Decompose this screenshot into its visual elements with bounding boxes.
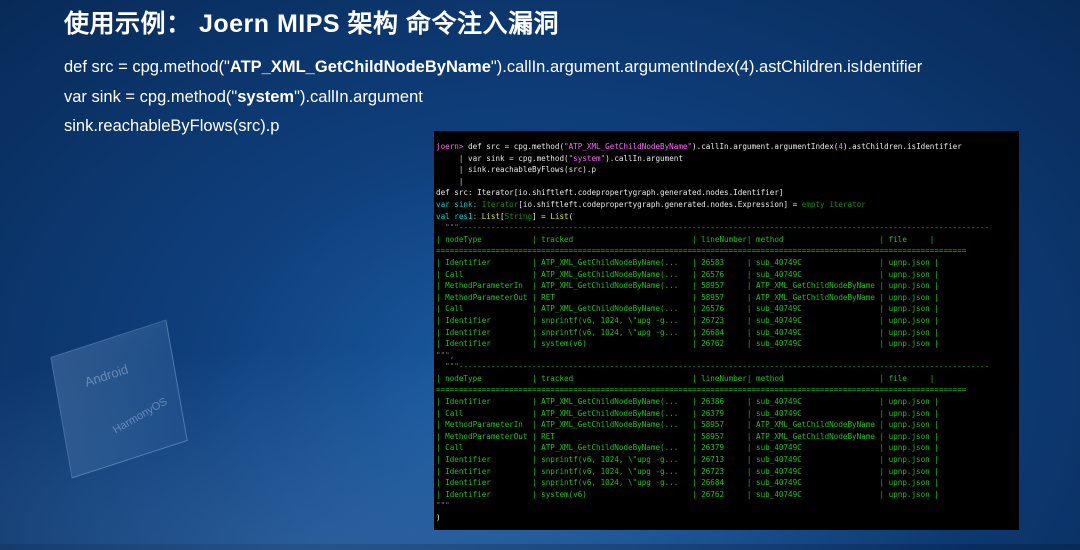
slide-title: 使用示例： Joern MIPS 架构 命令注入漏洞 xyxy=(64,10,559,38)
terminal-text: ] = xyxy=(532,211,551,221)
terminal-text: var sink: xyxy=(436,199,482,209)
terminal-text: """ xyxy=(436,223,459,233)
table-row: | Identifier | snprintf(v6, 1024, \"upg … xyxy=(436,466,939,476)
table-row: | Identifier | ATP_XML_GetChildNodeByNam… xyxy=(436,257,939,267)
code-line-reach: sink.reachableByFlows(src).p xyxy=(64,117,280,135)
table-row: | Call | ATP_XML_GetChildNodeByName(... … xyxy=(436,304,939,314)
terminal-string: "system" xyxy=(568,153,606,163)
terminal-string: "ATP_XML_GetChildNodeByName" xyxy=(564,142,693,151)
code-text: def src = cpg.method(" xyxy=(64,58,230,76)
code-text: var sink = cpg.method(" xyxy=(64,88,238,106)
terminal-text: ----------------------------------------… xyxy=(458,362,990,372)
terminal-output-line: var sink: Iterator[io.shiftleft.codeprop… xyxy=(436,199,1019,211)
terminal-input-line: | sink.reachableByFlows(src).p xyxy=(436,165,597,175)
terminal-text: val res1: xyxy=(436,211,482,221)
terminal-window[interactable]: joern> def src = cpg.method("ATP_XML_Get… xyxy=(434,131,1019,530)
table-row: | Identifier | system(v6) | 26762 | sub_… xyxy=(436,489,939,499)
terminal-input-line: | var sink = cpg.method("system").callIn… xyxy=(436,153,683,163)
terminal-text: def src = cpg.method( xyxy=(468,142,565,151)
code-text: ").callIn.argument.argumentIndex(4).astC… xyxy=(490,58,923,76)
result-table-2: | Identifier | ATP_XML_GetChildNodeByNam… xyxy=(436,396,1019,500)
terminal-text: List xyxy=(550,211,569,221)
table-row: | MethodParameterOut | RET | 58957 | ATP… xyxy=(436,431,939,441)
terminal-text: """ xyxy=(436,362,459,372)
terminal-output-line: val res1: List[String] = List( xyxy=(436,211,1019,223)
terminal-quote-close: """, xyxy=(436,350,1019,362)
table-row: | MethodParameterIn | ATP_XML_GetChildNo… xyxy=(436,420,939,430)
terminal-text: ).callIn.argument xyxy=(605,153,683,163)
terminal-input-line: joern> def src = cpg.method("ATP_XML_Get… xyxy=(436,141,1019,153)
result-table-1: | Identifier | ATP_XML_GetChildNodeByNam… xyxy=(436,257,1019,350)
terminal-text: ----------------------------------------… xyxy=(458,223,990,233)
code-bold-method: system xyxy=(237,88,295,106)
table-row: | Call | ATP_XML_GetChildNodeByName(... … xyxy=(436,408,939,418)
code-line-sink: var sink = cpg.method("system").callIn.a… xyxy=(64,88,423,107)
terminal-output-line: def src: Iterator[io.shiftleft.codeprope… xyxy=(436,188,784,198)
table-row: | Identifier | ATP_XML_GetChildNodeByNam… xyxy=(436,397,939,407)
code-bold-method: ATP_XML_GetChildNodeByName xyxy=(229,58,491,76)
code-text: ").callIn.argument xyxy=(294,88,423,106)
terminal-text: var sink = cpg.method( xyxy=(468,153,569,163)
terminal-table-border: ========================================… xyxy=(436,385,967,395)
terminal-table-border: """-------------------------------------… xyxy=(436,222,1019,234)
table-row: | Call | ATP_XML_GetChildNodeByName(... … xyxy=(436,443,939,453)
table-row: | MethodParameterIn | ATP_XML_GetChildNo… xyxy=(436,281,939,291)
terminal-text: List xyxy=(481,211,501,221)
terminal-text: ).astChildren.isIdentifier xyxy=(842,142,962,151)
terminal-text: String xyxy=(504,211,533,221)
table-row: | Identifier | snprintf(v6, 1024, \"upg … xyxy=(436,315,939,325)
terminal-text: """, xyxy=(436,350,455,360)
table-row: | Call | ATP_XML_GetChildNodeByName(... … xyxy=(436,269,939,279)
terminal-text: [io.shiftleft.codepropertygraph.generate… xyxy=(518,199,802,209)
terminal-input-line: | xyxy=(436,176,464,186)
table-row: | Identifier | snprintf(v6, 1024, \"upg … xyxy=(436,478,939,488)
terminal-prompt: joern> xyxy=(436,142,469,151)
terminal-table-border: """-------------------------------------… xyxy=(436,361,1019,373)
terminal-text: empty iterator xyxy=(801,199,866,209)
terminal-close-paren: ) xyxy=(436,513,441,522)
table-header-row: | nodeType | tracked | lineNumber| metho… xyxy=(436,234,935,244)
table-row: | MethodParameterOut | RET | 58957 | ATP… xyxy=(436,292,939,302)
terminal-quote-close: """ xyxy=(436,501,450,511)
terminal-text: Iterator xyxy=(481,199,519,209)
table-header-row: | nodeType | tracked | lineNumber| metho… xyxy=(436,373,935,383)
terminal-table-border: ========================================… xyxy=(436,246,967,256)
terminal-text: ( xyxy=(568,211,574,221)
terminal-text: ).callIn.argument.argumentIndex( xyxy=(692,142,839,151)
table-row: | Identifier | system(v6) | 26762 | sub_… xyxy=(436,339,939,349)
code-line-src: def src = cpg.method("ATP_XML_GetChildNo… xyxy=(64,58,922,77)
table-row: | Identifier | snprintf(v6, 1024, \"upg … xyxy=(436,455,939,465)
terminal-text: sink.reachableByFlows(src).p xyxy=(468,165,597,175)
table-row: | Identifier | snprintf(v6, 1024, \"upg … xyxy=(436,327,939,337)
